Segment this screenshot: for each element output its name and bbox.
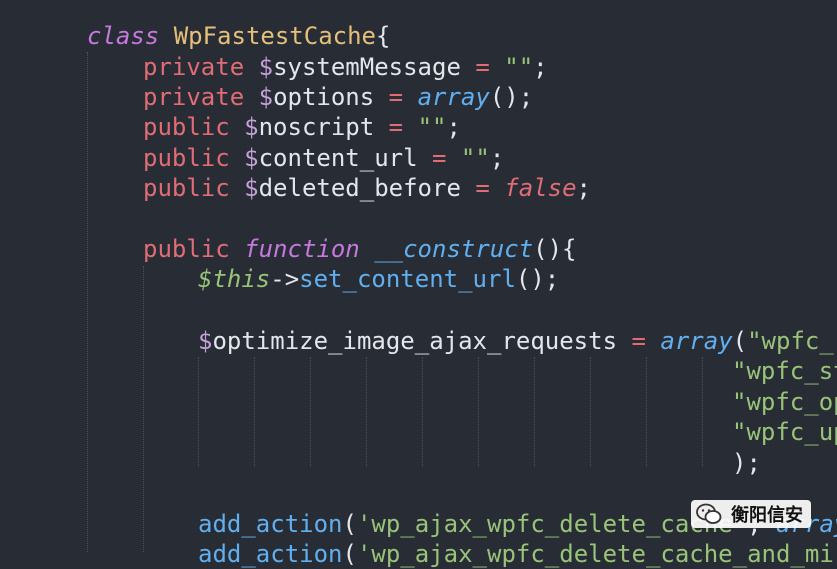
- modifier: public: [143, 174, 230, 202]
- code-line: public function __construct(){: [143, 234, 577, 264]
- string: "wpfc_op: [732, 388, 837, 416]
- indent-guide: [254, 357, 255, 467]
- var-sigil: $: [244, 174, 259, 202]
- punctuation: (: [732, 327, 748, 355]
- string: 'wp_ajax_wpfc_delete_cache': [356, 510, 748, 538]
- punctuation: ();: [489, 83, 534, 111]
- string: "wpfc_up: [732, 418, 837, 446]
- function-name: __construct: [374, 235, 534, 263]
- punctuation: ;: [576, 174, 591, 202]
- code-line: class WpFastestCache{: [87, 21, 390, 51]
- var-sigil: $: [198, 327, 213, 355]
- function-call: set_content_url: [299, 265, 516, 293]
- var-sigil: $: [244, 144, 259, 172]
- indent-guide: [646, 357, 647, 467]
- string: "": [460, 144, 490, 172]
- watermark-text: 衡阳信安: [731, 505, 803, 526]
- function-call: array: [660, 327, 733, 355]
- keyword: function: [244, 235, 360, 263]
- variable: optimize_image_ajax_requests: [212, 327, 618, 355]
- punctuation: (: [342, 540, 357, 568]
- function-call: array: [417, 83, 490, 111]
- var-sigil: $: [244, 113, 259, 141]
- code-line: "wpfc_st: [732, 356, 837, 386]
- modifier: public: [143, 144, 230, 172]
- punctuation: ;: [533, 53, 548, 81]
- code-line: private $systemMessage = "";: [143, 52, 548, 82]
- code-line: private $options = array();: [143, 82, 533, 112]
- code-line: public $noscript = "";: [143, 112, 461, 142]
- string: "wpfc_re: [747, 327, 837, 355]
- punctuation: ;: [446, 113, 461, 141]
- indent-guide: [422, 357, 423, 467]
- operator: =: [631, 327, 646, 355]
- modifier: public: [143, 235, 230, 263]
- indent-guide: [198, 357, 199, 467]
- operator: =: [475, 53, 490, 81]
- operator: =: [475, 174, 490, 202]
- operator: =: [388, 113, 404, 141]
- variable: noscript: [258, 113, 375, 141]
- punctuation: ();: [515, 265, 560, 293]
- code-line: "wpfc_up: [732, 417, 837, 447]
- code-line: );: [732, 448, 761, 478]
- function-call: add_action: [198, 510, 343, 538]
- indent-guide: [143, 266, 144, 552]
- operator: ->: [270, 265, 300, 293]
- punctuation: ;: [489, 144, 505, 172]
- var-sigil: $: [258, 83, 274, 111]
- string: "wpfc_st: [732, 357, 837, 385]
- class-name: WpFastestCache: [173, 22, 376, 50]
- var-sigil: $: [258, 53, 274, 81]
- indent-guide: [478, 357, 479, 467]
- string: "": [417, 113, 447, 141]
- indent-guide: [366, 357, 367, 467]
- indent-guide: [310, 357, 311, 467]
- code-line: $optimize_image_ajax_requests = array("w…: [198, 326, 837, 356]
- code-line: public $deleted_before = false;: [143, 173, 591, 203]
- variable: content_url: [258, 144, 418, 172]
- keyword: class: [87, 22, 160, 50]
- this-keyword: $this: [198, 265, 271, 293]
- operator: =: [388, 83, 404, 111]
- punctuation: );: [732, 449, 761, 477]
- variable: deleted_before: [258, 174, 461, 202]
- variable: options: [273, 83, 375, 111]
- boolean-literal: false: [504, 174, 577, 202]
- code-editor[interactable]: class WpFastestCache{ private $systemMes…: [0, 0, 837, 568]
- modifier: public: [143, 113, 230, 141]
- punctuation: (: [342, 510, 357, 538]
- indent-guide: [87, 52, 88, 552]
- wechat-icon: [696, 503, 722, 524]
- function-call: add_action: [198, 540, 343, 568]
- modifier: private: [143, 53, 245, 81]
- indent-guide: [590, 357, 591, 467]
- modifier: private: [143, 83, 245, 111]
- code-line: "wpfc_op: [732, 387, 837, 417]
- punctuation: {: [376, 22, 391, 50]
- code-line: $this->set_content_url();: [198, 264, 559, 294]
- operator: =: [432, 144, 447, 172]
- punctuation: (){: [533, 235, 577, 263]
- code-line: public $content_url = "";: [143, 143, 504, 173]
- code-line: add_action('wp_ajax_wpfc_delete_cache_an…: [198, 539, 834, 569]
- string: 'wp_ajax_wpfc_delete_cache_and_mi: [356, 540, 834, 568]
- watermark: 衡阳信安: [691, 500, 811, 528]
- variable: systemMessage: [273, 53, 461, 81]
- indent-guide: [534, 357, 535, 467]
- indent-guide: [702, 357, 703, 467]
- string: "": [504, 53, 534, 81]
